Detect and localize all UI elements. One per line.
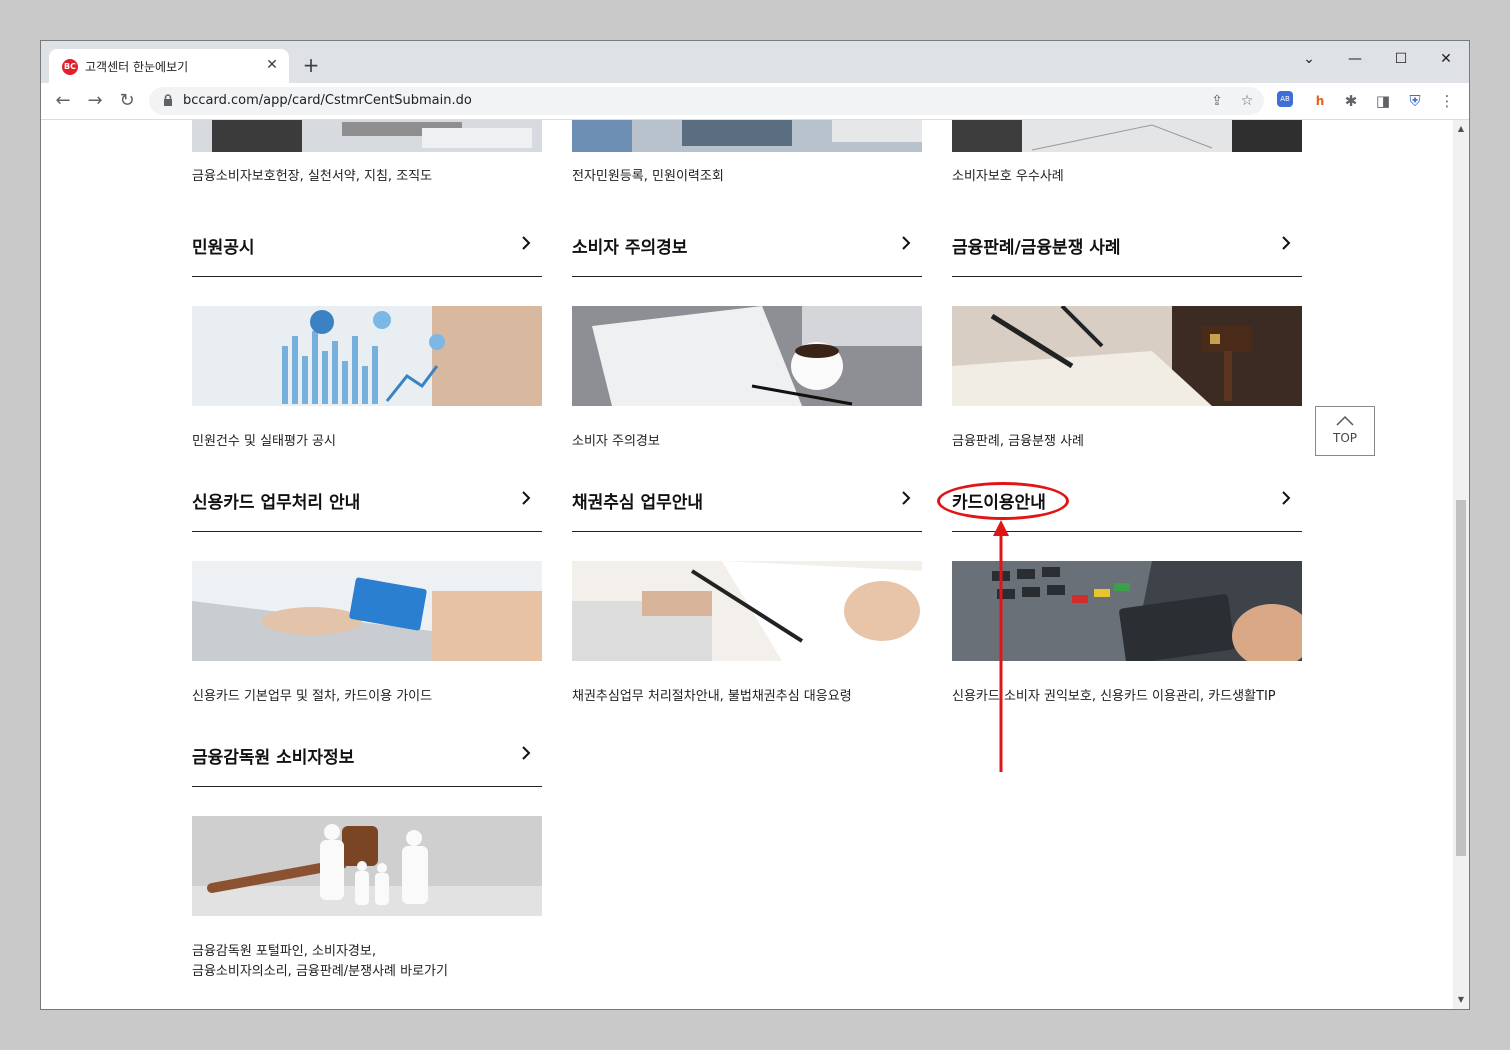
- puzzle-icon[interactable]: ✱: [1341, 91, 1361, 111]
- close-tab-icon[interactable]: ✕: [263, 56, 281, 74]
- vertical-scrollbar[interactable]: ▲ ▼: [1453, 120, 1469, 1009]
- card-header-link[interactable]: 신용카드 업무처리 안내: [192, 475, 542, 532]
- shield-icon[interactable]: ⛨: [1405, 91, 1425, 111]
- share-icon[interactable]: ⇪: [1207, 91, 1227, 111]
- chevron-right-icon: [522, 236, 531, 250]
- new-tab-icon[interactable]: +: [299, 53, 323, 77]
- chevron-up-icon: [1336, 415, 1354, 426]
- chevron-right-icon: [1282, 491, 1291, 505]
- tab-title: 고객센터 한눈에보기: [85, 60, 189, 74]
- chart-photo-image[interactable]: [192, 306, 542, 406]
- chevron-right-icon: [522, 491, 531, 505]
- tablet-photo-image[interactable]: [572, 120, 922, 152]
- menu-icon[interactable]: ⋮: [1437, 91, 1457, 111]
- documents-photo-image[interactable]: [952, 120, 1302, 152]
- card-header-link[interactable]: 채권추심 업무안내: [572, 475, 922, 532]
- card-desc: 민원건수 및 실태평가 공시: [192, 434, 336, 449]
- top-button-label: TOP: [1332, 431, 1357, 445]
- chevron-down-icon[interactable]: ⌄: [1295, 47, 1323, 71]
- card-header-link[interactable]: 금융판례/금융분쟁 사례: [952, 220, 1302, 277]
- star-icon[interactable]: ☆: [1237, 91, 1257, 111]
- tab-bar: BC 고객센터 한눈에보기 ✕ + ⌄ — ☐ ✕: [41, 41, 1469, 83]
- chevron-right-icon: [902, 491, 911, 505]
- reload-icon[interactable]: ↻: [115, 89, 139, 113]
- page-content: 금융소비자보호헌장, 실천서약, 지침, 조직도 전자민원등록, 민원이력조회 …: [41, 120, 1453, 1009]
- family-gavel-photo-image[interactable]: [192, 816, 542, 916]
- card-title: 소비자 주의경보: [572, 238, 688, 258]
- adblock-extension-icon[interactable]: AB: [1277, 91, 1293, 107]
- card-title: 민원공시: [192, 238, 255, 258]
- laptop-card-photo-image[interactable]: [192, 561, 542, 661]
- card-desc: 신용카드 기본업무 및 절차, 카드이용 가이드: [192, 689, 433, 704]
- url-text: bccard.com/app/card/CstmrCentSubmain.do: [183, 93, 472, 108]
- card-title: 신용카드 업무처리 안내: [192, 493, 361, 513]
- card-desc: 금융판례, 금융분쟁 사례: [952, 434, 1084, 449]
- card-title: 채권추심 업무안내: [572, 493, 704, 513]
- annotation-ellipse: [937, 482, 1069, 520]
- card-header-link[interactable]: 소비자 주의경보: [572, 220, 922, 277]
- card-title: 금융판례/금융분쟁 사례: [952, 238, 1121, 258]
- browser-toolbar: ← → ↻ bccard.com/app/card/CstmrCentSubma…: [41, 83, 1469, 120]
- office-photo-image[interactable]: [192, 120, 542, 152]
- card-header-link[interactable]: 민원공시: [192, 220, 542, 277]
- lock-icon: [164, 94, 172, 106]
- card-header-link[interactable]: 금융감독원 소비자정보: [192, 730, 542, 787]
- scroll-top-button[interactable]: TOP: [1315, 406, 1375, 456]
- gavel-photo-image[interactable]: [952, 306, 1302, 406]
- paperwork-photo-image[interactable]: [572, 561, 922, 661]
- extension-icon[interactable]: h: [1310, 91, 1330, 111]
- browser-window: BC 고객센터 한눈에보기 ✕ + ⌄ — ☐ ✕ ← → ↻ bccard.c…: [40, 40, 1470, 1010]
- forward-icon[interactable]: →: [83, 89, 107, 113]
- chevron-right-icon: [902, 236, 911, 250]
- minimize-icon[interactable]: —: [1341, 47, 1369, 71]
- address-bar[interactable]: bccard.com/app/card/CstmrCentSubmain.do …: [149, 87, 1264, 115]
- card-desc: 금융감독원 포털파인, 소비자경보, 금융소비자의소리, 금융판례/분쟁사례 바…: [192, 944, 448, 979]
- chevron-right-icon: [522, 746, 531, 760]
- close-window-icon[interactable]: ✕: [1432, 47, 1460, 71]
- card-desc: 소비자 주의경보: [572, 434, 660, 449]
- chevron-right-icon: [1282, 236, 1291, 250]
- back-icon[interactable]: ←: [51, 89, 75, 113]
- bc-favicon-icon: BC: [62, 59, 78, 75]
- card-desc: 채권추심업무 처리절차안내, 불법채권추심 대응요령: [572, 689, 852, 704]
- browser-tab[interactable]: BC 고객센터 한눈에보기 ✕: [49, 49, 289, 83]
- scroll-down-icon[interactable]: ▼: [1453, 993, 1469, 1007]
- card-title: 금융감독원 소비자정보: [192, 748, 355, 768]
- card-desc: 소비자보호 우수사례: [952, 169, 1064, 184]
- maximize-icon[interactable]: ☐: [1387, 47, 1415, 71]
- coffee-photo-image[interactable]: [572, 306, 922, 406]
- annotation-arrow-icon: [993, 520, 1009, 772]
- card-desc: 금융소비자보호헌장, 실천서약, 지침, 조직도: [192, 169, 433, 184]
- card-desc: 전자민원등록, 민원이력조회: [572, 169, 724, 184]
- scroll-up-icon[interactable]: ▲: [1453, 122, 1469, 136]
- scroll-thumb[interactable]: [1456, 500, 1466, 856]
- sidebar-icon[interactable]: ◨: [1373, 91, 1393, 111]
